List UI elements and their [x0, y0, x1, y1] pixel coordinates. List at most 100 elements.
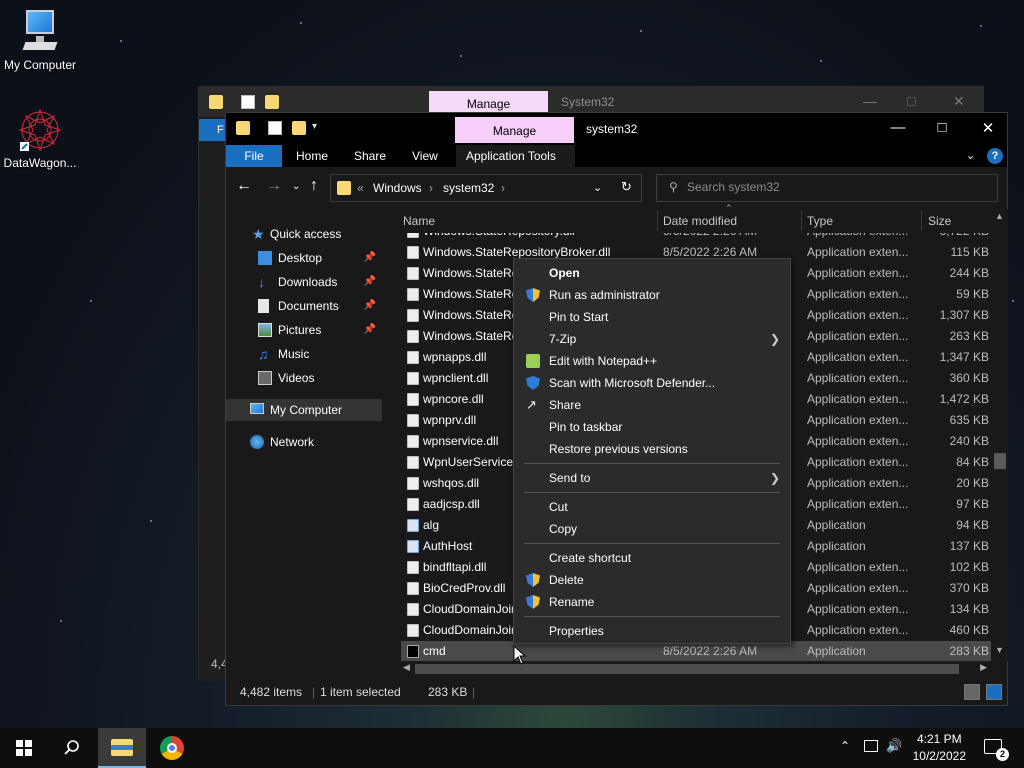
file-name-cell: aadjcsp.dll — [423, 497, 480, 511]
menu-item-pin-to-taskbar[interactable]: Pin to taskbar — [514, 416, 790, 438]
nav-item-downloads[interactable]: ↓ Downloads 📌 — [226, 271, 382, 293]
manage-tab[interactable]: Manage — [429, 91, 548, 113]
file-tab[interactable]: F — [199, 119, 225, 141]
dll-file-icon — [407, 603, 419, 616]
breadcrumb-chevron-icon[interactable]: › — [429, 181, 433, 195]
menu-item-properties[interactable]: Properties — [514, 620, 790, 642]
menu-item-restore-previous-versions[interactable]: Restore previous versions — [514, 438, 790, 460]
clock-time: 4:21 PM — [916, 732, 962, 746]
nav-item-network[interactable]: Network — [226, 431, 382, 453]
column-header-type[interactable]: Type — [807, 209, 833, 233]
up-arrow-icon[interactable]: ↑ — [310, 177, 318, 195]
minimize-button[interactable]: — — [878, 119, 918, 136]
recent-locations-icon[interactable]: ⌄ — [292, 181, 300, 192]
close-icon[interactable]: ✕ — [953, 93, 965, 110]
breadcrumb-chevron-icon[interactable]: › — [501, 181, 505, 195]
search-button[interactable] — [48, 728, 96, 768]
network-icon[interactable] — [864, 740, 878, 752]
scroll-left-icon[interactable]: ◀ — [403, 662, 410, 673]
tab-file[interactable]: File — [226, 145, 282, 167]
menu-item-run-as-administrator[interactable]: Run as administrator — [514, 284, 790, 306]
nav-item-music[interactable]: ♫ Music — [226, 343, 382, 365]
manage-tab[interactable]: Manage — [455, 117, 574, 143]
new-folder-icon[interactable] — [292, 121, 306, 135]
pin-icon[interactable]: 📌 — [364, 295, 376, 317]
column-header-size[interactable]: Size — [928, 209, 951, 233]
scroll-down-icon[interactable]: ▼ — [995, 645, 1004, 655]
menu-item-pin-to-start[interactable]: Pin to Start — [514, 306, 790, 328]
nav-item-quick-access[interactable]: ★ Quick access — [226, 223, 382, 245]
menu-item-create-shortcut[interactable]: Create shortcut — [514, 547, 790, 569]
breadcrumb-overflow[interactable]: « — [357, 181, 364, 195]
nav-item-pictures[interactable]: Pictures 📌 — [226, 319, 382, 341]
notepadpp-icon — [526, 354, 540, 368]
vertical-scroll-thumb[interactable] — [994, 453, 1006, 469]
details-view-icon[interactable] — [964, 684, 980, 700]
horizontal-scrollbar[interactable]: ◀ ▶ — [401, 661, 991, 677]
expand-ribbon-icon[interactable]: ⌄ — [966, 148, 976, 162]
tab-share[interactable]: Share — [344, 145, 396, 167]
pin-icon[interactable]: 📌 — [364, 247, 376, 269]
breadcrumb-windows[interactable]: Windows — [373, 181, 422, 195]
menu-item-scan-with-defender[interactable]: Scan with Microsoft Defender... — [514, 372, 790, 394]
customize-quick-access-icon[interactable]: ▾ — [312, 121, 317, 132]
breadcrumb-system32[interactable]: system32 — [443, 181, 494, 195]
refresh-icon[interactable]: ↻ — [621, 179, 632, 195]
maximize-icon[interactable]: □ — [907, 93, 915, 109]
dll-file-icon — [407, 267, 419, 280]
properties-icon[interactable] — [268, 121, 282, 135]
help-icon[interactable]: ? — [987, 148, 1003, 164]
show-hidden-icons-icon[interactable]: ⌃ — [840, 739, 850, 753]
tab-application-tools[interactable]: Application Tools — [456, 145, 575, 167]
menu-item-copy[interactable]: Copy — [514, 518, 790, 540]
large-icons-view-icon[interactable] — [986, 684, 1002, 700]
horizontal-scroll-thumb[interactable] — [415, 664, 959, 674]
table-row[interactable]: cmd 8/5/2022 2:26 AM Application 283 KB — [401, 641, 991, 661]
tab-view[interactable]: View — [402, 145, 448, 167]
close-button[interactable]: ✕ — [968, 119, 1008, 137]
nav-item-my-computer[interactable]: My Computer — [226, 399, 382, 421]
tab-home[interactable]: Home — [286, 145, 338, 167]
maximize-button[interactable]: □ — [922, 119, 962, 136]
minimize-icon[interactable]: — — [863, 93, 877, 109]
file-name-cell: CloudDomainJoin — [423, 623, 518, 637]
nav-item-videos[interactable]: Videos — [226, 367, 382, 389]
menu-item-rename[interactable]: Rename — [514, 591, 790, 613]
back-arrow-icon[interactable]: ← — [236, 177, 252, 195]
file-type-cell: Application exten... — [807, 497, 909, 511]
desktop-icon-my-computer[interactable]: My Computer — [0, 10, 80, 72]
menu-item-edit-with-notepadpp[interactable]: Edit with Notepad++ — [514, 350, 790, 372]
titlebar[interactable]: ▾ Manage system32 — □ ✕ — [226, 113, 1007, 145]
forward-arrow-icon[interactable]: → — [266, 177, 282, 195]
chrome-taskbar-button[interactable] — [148, 728, 196, 768]
new-folder-icon[interactable] — [265, 95, 279, 109]
volume-icon[interactable]: 🔊 — [886, 738, 902, 754]
pin-icon[interactable]: 📌 — [364, 271, 376, 293]
menu-item-open[interactable]: Open — [514, 262, 790, 284]
menu-item-7zip[interactable]: 7-Zip ❯ — [514, 328, 790, 350]
file-name-cell: Windows.StateRe — [423, 266, 519, 280]
file-explorer-taskbar-button[interactable] — [98, 728, 146, 768]
column-header-name[interactable]: Name — [403, 209, 435, 233]
menu-item-share[interactable]: ↗ Share — [514, 394, 790, 416]
vertical-scrollbar[interactable]: ▲ ▼ — [992, 209, 1008, 661]
address-bar[interactable]: « Windows › system32 › ⌄ ↻ — [330, 174, 642, 202]
folder-icon — [236, 121, 250, 135]
properties-icon[interactable] — [241, 95, 255, 109]
menu-item-cut[interactable]: Cut — [514, 496, 790, 518]
clock[interactable]: 4:21 PM 10/2/2022 — [913, 731, 966, 765]
desktop-icon-datawagon[interactable]: DataWagon... — [0, 108, 80, 170]
nav-item-desktop[interactable]: Desktop 📌 — [226, 247, 382, 269]
search-box[interactable]: ⚲ — [656, 174, 998, 202]
menu-item-delete[interactable]: Delete — [514, 569, 790, 591]
menu-item-send-to[interactable]: Send to ❯ — [514, 467, 790, 489]
address-dropdown-icon[interactable]: ⌄ — [593, 181, 602, 194]
nav-item-documents[interactable]: Documents 📌 — [226, 295, 382, 317]
file-type-cell: Application — [807, 518, 866, 532]
scroll-up-icon[interactable]: ▲ — [995, 211, 1004, 221]
start-button[interactable] — [0, 728, 48, 768]
scroll-right-icon[interactable]: ▶ — [980, 662, 987, 673]
table-row[interactable]: Windows.StateRepository.dll 8/5/2022 2:26… — [401, 233, 991, 242]
search-input[interactable] — [687, 180, 987, 194]
pin-icon[interactable]: 📌 — [364, 319, 376, 341]
